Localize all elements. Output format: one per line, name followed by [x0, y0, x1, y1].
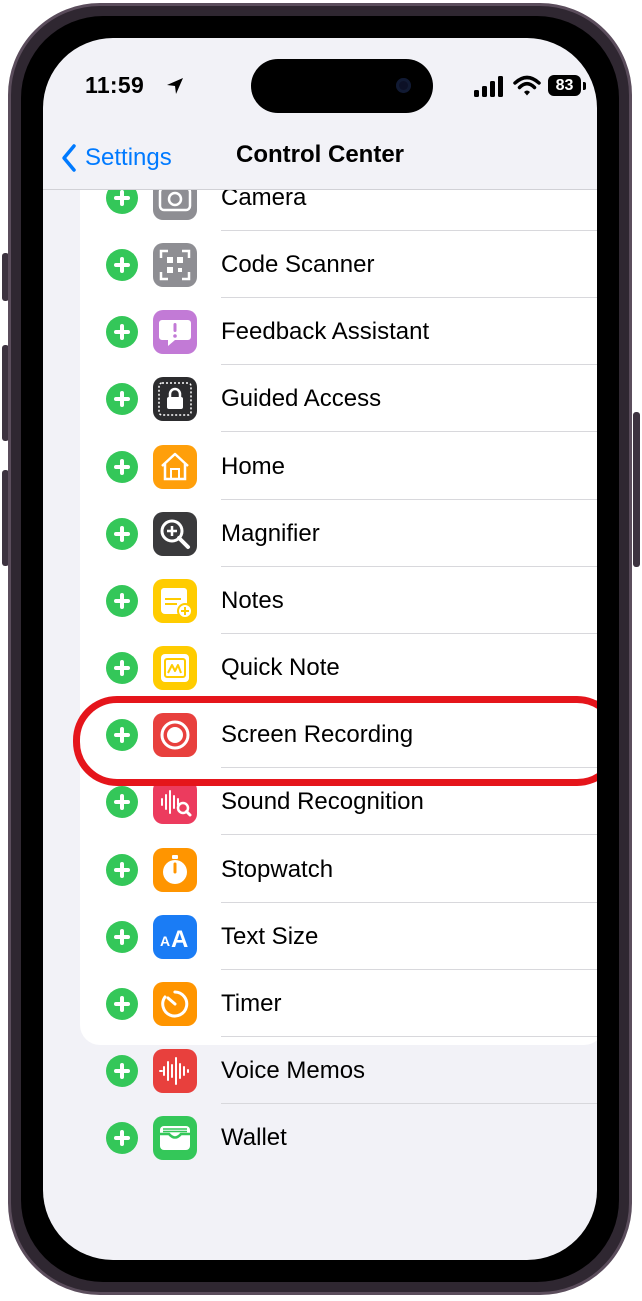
- list-item-label: Code Scanner: [221, 251, 375, 279]
- list-item-label: Timer: [221, 989, 282, 1017]
- notes-icon: [153, 578, 197, 623]
- battery-tip: [583, 82, 586, 90]
- add-control-icon[interactable]: [106, 316, 138, 349]
- add-control-icon[interactable]: [106, 584, 138, 617]
- list-item-voice-memos[interactable]: Voice Memos: [80, 1037, 597, 1104]
- magnifier-icon: [153, 511, 197, 556]
- list-item-label: Sound Recognition: [221, 788, 424, 816]
- qr-code-icon: [153, 243, 197, 288]
- camera-icon: [153, 190, 197, 220]
- list-item-text-size[interactable]: A A Text Size: [80, 903, 597, 970]
- list-item-notes[interactable]: Notes: [80, 567, 597, 634]
- list-item-home[interactable]: Home: [80, 433, 597, 500]
- add-control-icon[interactable]: [106, 450, 138, 483]
- list-item-screen-recording[interactable]: Screen Recording: [80, 701, 597, 769]
- list-item-label: Stopwatch: [221, 855, 334, 883]
- add-control-icon[interactable]: [106, 249, 138, 282]
- list-item-camera[interactable]: Camera: [80, 190, 597, 231]
- timer-icon: [153, 981, 197, 1026]
- list-item-label: Voice Memos: [221, 1056, 366, 1084]
- screen: 11:59 83 Settings Control Center Camera …: [43, 38, 597, 1260]
- add-control-icon[interactable]: [106, 920, 138, 953]
- list-item-timer[interactable]: Timer: [80, 970, 597, 1037]
- dynamic-island: [251, 59, 433, 113]
- add-control-icon[interactable]: [106, 853, 138, 886]
- record-icon: [153, 713, 197, 758]
- list-item-wallet[interactable]: Wallet: [80, 1104, 597, 1171]
- list-item-label: Magnifier: [221, 519, 320, 547]
- add-control-icon[interactable]: [106, 517, 138, 550]
- list-item-sound-recognition[interactable]: Sound Recognition: [80, 768, 597, 836]
- lock-icon: [153, 377, 197, 422]
- list-item-stopwatch[interactable]: Stopwatch: [80, 836, 597, 903]
- list-item-label: Screen Recording: [221, 721, 414, 749]
- phone-frame: 11:59 83 Settings Control Center Camera …: [8, 3, 632, 1295]
- home-icon: [153, 444, 197, 489]
- sound-recognition-icon: [153, 780, 197, 825]
- add-control-icon[interactable]: [106, 1054, 138, 1087]
- svg-text:A: A: [171, 926, 188, 953]
- add-control-icon[interactable]: [106, 786, 138, 819]
- list-item-feedback-assistant[interactable]: Feedback Assistant: [80, 298, 597, 366]
- add-control-icon[interactable]: [106, 987, 138, 1020]
- more-controls-list[interactable]: Camera Code Scanner Feedback Assistant Guid…: [43, 190, 597, 1260]
- list-item-label: Wallet: [221, 1124, 287, 1152]
- list-item-guided-access[interactable]: Guided Access: [80, 365, 597, 433]
- feedback-icon: [153, 310, 197, 355]
- list-item-label: Guided Access: [221, 385, 382, 413]
- list-item-quick-note[interactable]: Quick Note: [80, 634, 597, 702]
- quick-note-icon: [153, 646, 197, 691]
- status-time: 11:59: [85, 72, 145, 98]
- stopwatch-icon: [153, 847, 197, 892]
- phone-bezel: 11:59 83 Settings Control Center Camera …: [21, 16, 619, 1282]
- battery-icon: 83: [548, 75, 581, 96]
- add-control-icon[interactable]: [106, 1122, 138, 1155]
- list-item-label: Feedback Assistant: [221, 318, 430, 346]
- add-control-icon[interactable]: [106, 719, 138, 752]
- cellular-signal-icon: [474, 76, 503, 97]
- wifi-icon: [513, 75, 541, 96]
- list-item-label: Camera: [221, 190, 307, 211]
- add-control-icon[interactable]: [106, 652, 138, 685]
- wallet-icon: [153, 1116, 197, 1161]
- list-item-label: Text Size: [221, 922, 319, 950]
- add-control-icon[interactable]: [106, 383, 138, 416]
- list-item-label: Quick Note: [221, 654, 340, 682]
- list-item-code-scanner[interactable]: Code Scanner: [80, 231, 597, 299]
- svg-text:A: A: [160, 933, 170, 949]
- list-item-label: Home: [221, 452, 286, 480]
- front-camera: [396, 78, 411, 93]
- list-item-label: Notes: [221, 586, 284, 614]
- location-arrow-icon: [167, 78, 183, 94]
- voice-memos-icon: [153, 1048, 197, 1093]
- list-item-magnifier[interactable]: Magnifier: [80, 500, 597, 567]
- page-title: Control Center: [236, 141, 404, 168]
- text-size-icon: AA: [153, 914, 197, 959]
- add-control-icon[interactable]: [106, 190, 138, 214]
- power-button: [633, 412, 640, 567]
